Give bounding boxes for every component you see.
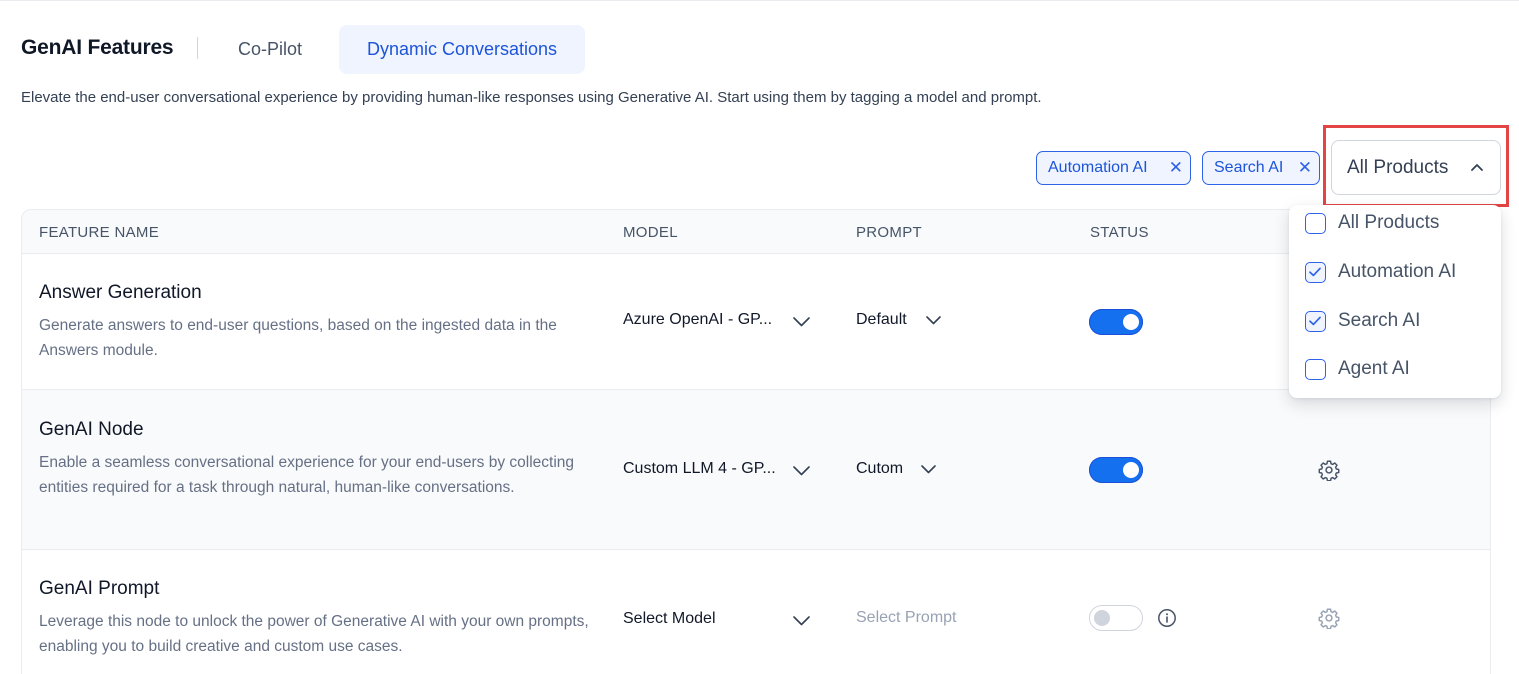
feature-description: Generate answers to end-user questions, … [39,317,557,359]
title-divider [197,37,198,59]
toggle-knob [1123,462,1139,478]
feature-name: Answer Generation [39,282,202,303]
model-select[interactable]: Select Model [623,610,813,628]
checkbox[interactable] [1305,311,1326,332]
column-header-feature-name: FEATURE NAME [39,224,159,241]
table-row: Answer Generation Generate answers to en… [22,254,1490,390]
dropdown-option-label: Agent AI [1338,358,1410,379]
model-select-value: Custom LLM 4 - GP... [623,460,776,477]
tab-dynamic-conversations[interactable]: Dynamic Conversations [339,25,585,74]
dropdown-option-label: Search AI [1338,310,1421,331]
gear-icon [1318,608,1340,629]
filter-chip-label: Automation AI [1048,159,1148,176]
column-header-model: MODEL [623,224,678,241]
prompt-select[interactable]: Cutom [856,460,946,478]
chevron-down-icon [793,616,810,626]
features-table: FEATURE NAME MODEL PROMPT STATUS Answer … [21,209,1491,674]
status-toggle[interactable] [1089,309,1143,335]
checkbox[interactable] [1305,262,1326,283]
products-dropdown[interactable]: All Products [1331,140,1501,195]
page-description: Elevate the end-user conversational expe… [21,89,1042,106]
chevron-down-icon [921,465,936,474]
filter-chip-label: Search AI [1214,159,1284,176]
checkmark-icon [1309,316,1321,326]
column-header-status: STATUS [1090,224,1149,241]
toggle-knob [1123,314,1139,330]
dropdown-option-label: All Products [1338,212,1440,233]
chevron-down-icon [793,317,810,327]
close-icon[interactable]: ✕ [1169,152,1183,184]
table-header: FEATURE NAME MODEL PROMPT STATUS [22,210,1490,254]
feature-description: Leverage this node to unlock the power o… [39,613,589,655]
status-toggle[interactable] [1089,605,1143,631]
gear-icon[interactable] [1318,459,1340,481]
close-icon[interactable]: ✕ [1298,152,1312,184]
prompt-select: Select Prompt [856,609,986,627]
top-divider [0,0,1519,1]
dropdown-option-automation-ai[interactable]: Automation AI [1289,254,1501,300]
toggle-knob [1094,610,1110,626]
feature-name: GenAI Node [39,419,144,440]
model-select[interactable]: Custom LLM 4 - GP... [623,460,813,478]
prompt-select-value: Cutom [856,460,904,477]
products-dropdown-value: All Products [1347,157,1449,178]
model-select-value: Azure OpenAI - GP... [623,311,773,328]
products-dropdown-menu: All Products Automation AI Search AI Age… [1289,205,1501,398]
tab-co-pilot[interactable]: Co-Pilot [222,25,318,74]
dropdown-option-all-products[interactable]: All Products [1289,205,1501,251]
chevron-down-icon [793,466,810,476]
feature-description: Enable a seamless conversational experie… [39,454,575,496]
table-row: GenAI Prompt Leverage this node to unloc… [22,550,1490,674]
dropdown-option-label: Automation AI [1338,261,1457,282]
info-icon[interactable] [1157,608,1177,628]
dropdown-option-search-ai[interactable]: Search AI [1289,303,1501,349]
chevron-down-icon [926,316,941,325]
filter-chip-automation-ai: Automation AI ✕ [1036,151,1191,185]
table-row: GenAI Node Enable a seamless conversatio… [22,390,1490,550]
filter-chip-search-ai: Search AI ✕ [1202,151,1320,185]
prompt-select-value: Select Prompt [856,609,957,626]
checkbox[interactable] [1305,213,1326,234]
model-select[interactable]: Azure OpenAI - GP... [623,311,813,329]
column-header-prompt: PROMPT [856,224,922,241]
model-select-value: Select Model [623,610,716,627]
chevron-up-icon [1471,164,1483,171]
feature-name: GenAI Prompt [39,578,160,599]
page-title: GenAI Features [21,36,174,59]
checkmark-icon [1309,267,1321,277]
prompt-select[interactable]: Default [856,311,946,329]
prompt-select-value: Default [856,311,907,328]
checkbox[interactable] [1305,359,1326,380]
dropdown-option-agent-ai[interactable]: Agent AI [1289,351,1501,397]
status-toggle[interactable] [1089,457,1143,483]
